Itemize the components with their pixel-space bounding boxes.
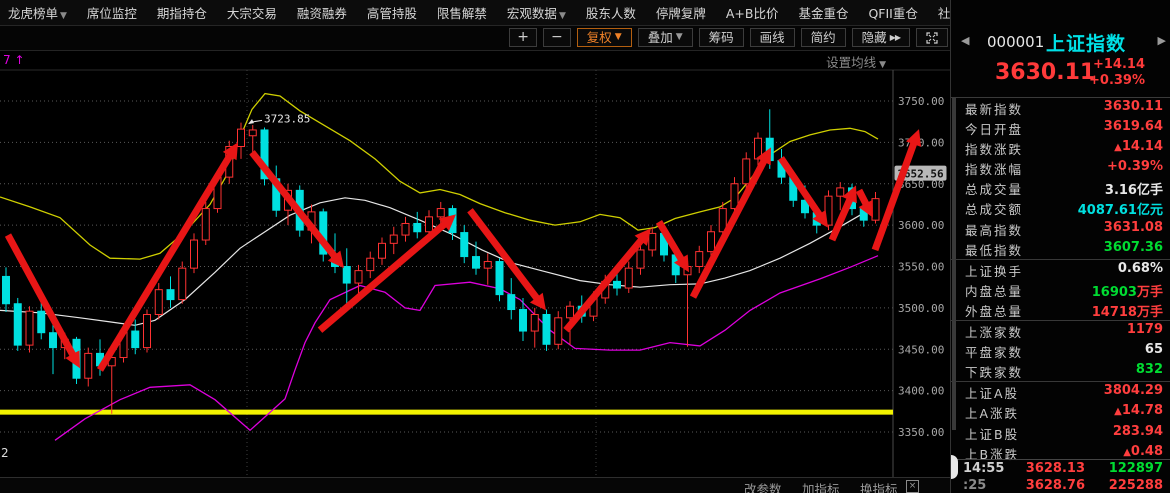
tick-price: 3628.13 (1007, 461, 1085, 476)
stat-value: 1179 (1127, 322, 1163, 337)
panel-splitter-handle[interactable] (951, 455, 958, 479)
indicator-bottom-bar: 改参数 加指标 换指标 × (0, 477, 950, 493)
y-axis-label: 3550.00 (898, 261, 944, 274)
price-change-block: +14.14 +0.39% (1089, 57, 1145, 89)
stat-label: 最高指数 (965, 220, 1023, 239)
stock-name: 上证指数 (1046, 29, 1126, 56)
stat-label: 总成交额 (965, 199, 1023, 218)
stat-row: 今日开盘 3619.64 (951, 118, 1170, 138)
quote-panel: ◀ 000001 上证指数 ▶ 3630.11 +14.14 +0.39% 最新… (950, 0, 1170, 493)
tick-trade-list: 14:553628.13122897:253628.76225288 (951, 459, 1170, 493)
stat-row: 平盘家数 65 (951, 341, 1170, 361)
stat-label: 上涨家数 (965, 322, 1023, 341)
stock-code: 000001 (987, 33, 1044, 51)
quote-price-row: 3630.11 +14.14 +0.39% (951, 55, 1170, 95)
tick-volume: 225288 (1085, 478, 1170, 493)
stat-value: ▲14.78 (1114, 403, 1163, 418)
stat-value: 3607.36 (1104, 240, 1163, 255)
stat-row: 总成交额 4087.61亿元 (951, 198, 1170, 218)
stat-value: 3631.08 (1104, 220, 1163, 235)
quote-stats-table: 最新指数 3630.11 今日开盘 3619.64 指数涨跌 ▲14.14 指数涨幅 +0.3… (951, 97, 1170, 463)
quote-panel-header: ◀ 000001 上证指数 ▶ (951, 28, 1170, 55)
close-icon[interactable]: × (906, 480, 919, 493)
candles (3, 109, 880, 414)
stat-row: 最低指数 3607.36 (951, 239, 1170, 260)
stat-value: 65 (1145, 342, 1163, 357)
stat-value: 3804.29 (1104, 383, 1163, 398)
y-axis-label: 3500.00 (898, 302, 944, 315)
partial-label: 2 (1, 446, 9, 460)
support-line (0, 410, 893, 415)
tick-price: 3628.76 (1007, 478, 1085, 493)
stat-value: 3.16亿手 (1105, 179, 1163, 198)
stat-row: 总成交量 3.16亿手 (951, 178, 1170, 198)
next-stock-button[interactable]: ▶ (1158, 34, 1166, 47)
stat-row: 指数涨跌 ▲14.14 (951, 138, 1170, 158)
stat-label: 上证B股 (965, 424, 1019, 443)
price-change: +14.14 (1089, 57, 1145, 73)
prev-stock-button[interactable]: ◀ (961, 34, 969, 47)
candlestick-chart[interactable]: 3750.003700.003650.003600.003550.003500.… (0, 0, 950, 493)
stat-value: 14718万手 (1092, 301, 1163, 320)
stat-row: 上涨家数 1179 (951, 321, 1170, 341)
tick-time: :25 (951, 478, 1007, 493)
stat-value: 0.68% (1118, 261, 1163, 276)
stat-label: 上证换手 (965, 261, 1023, 280)
stat-label: 上A涨跌 (965, 403, 1019, 422)
stat-row: 最新指数 3630.11 (951, 98, 1170, 118)
switch-indicator-link[interactable]: 换指标 (860, 479, 898, 493)
stat-value: ▲0.48 (1123, 444, 1163, 459)
stat-label: 指数涨幅 (965, 159, 1023, 178)
stat-row: 内盘总量 16903万手 (951, 280, 1170, 300)
stat-row: 指数涨幅 +0.39% (951, 158, 1170, 178)
up-triangle-icon: ▲ (1123, 447, 1131, 458)
stat-value: 16903万手 (1092, 281, 1163, 300)
y-axis-label: 3350.00 (898, 426, 944, 439)
stock-app-window: 龙虎榜单▼席位监控期指持仓大宗交易融资融券高管持股限售解禁宏观数据▼股东人数停牌… (0, 0, 1170, 493)
stat-value: +0.39% (1107, 159, 1163, 174)
y-axis-label: 3750.00 (898, 95, 944, 108)
y-axis-label: 3700.00 (898, 136, 944, 149)
tick-time: 14:55 (951, 461, 1007, 476)
stat-label: 今日开盘 (965, 119, 1023, 138)
price-change-pct: +0.39% (1089, 73, 1145, 89)
stat-row: 最高指数 3631.08 (951, 219, 1170, 239)
stat-value: ▲14.14 (1114, 139, 1163, 154)
stat-value: 3619.64 (1104, 119, 1163, 134)
add-indicator-link[interactable]: 加指标 (802, 479, 840, 493)
stat-label: 上证A股 (965, 383, 1019, 402)
stat-row: 下跌家数 832 (951, 361, 1170, 382)
stat-label: 内盘总量 (965, 281, 1023, 300)
change-params-link[interactable]: 改参数 (744, 479, 782, 493)
y-axis-label: 3400.00 (898, 385, 944, 398)
stat-row: 上A涨跌 ▲14.78 (951, 402, 1170, 422)
stat-value: 283.94 (1113, 424, 1163, 439)
y-axis-label: 3450.00 (898, 343, 944, 356)
stat-label: 最低指数 (965, 240, 1023, 259)
up-triangle-icon: ▲ (1114, 406, 1122, 417)
tick-row: :253628.76225288 (951, 477, 1170, 493)
stat-label: 总成交量 (965, 179, 1023, 198)
stat-label: 平盘家数 (965, 342, 1023, 361)
stat-value: 4087.61亿元 (1078, 199, 1163, 218)
stat-label: 外盘总量 (965, 301, 1023, 320)
stat-row: 外盘总量 14718万手 (951, 300, 1170, 321)
annotation-arrow-icon (248, 119, 254, 124)
stat-value: 832 (1136, 362, 1163, 377)
stat-label: 下跌家数 (965, 362, 1023, 381)
stat-row: 上证A股 3804.29 (951, 382, 1170, 402)
stat-row: 上证换手 0.68% (951, 260, 1170, 280)
stat-label: 指数涨跌 (965, 139, 1023, 158)
last-price: 3630.11 (995, 60, 1095, 85)
y-axis-label: 3600.00 (898, 219, 944, 232)
tick-volume: 122897 (1085, 461, 1170, 476)
stat-row: 上证B股 283.94 (951, 423, 1170, 443)
peak-annotation: 3723.85 (264, 112, 310, 125)
tick-row: 14:553628.13122897 (951, 460, 1170, 477)
up-triangle-icon: ▲ (1114, 142, 1122, 153)
stat-label: 最新指数 (965, 99, 1023, 118)
stat-value: 3630.11 (1104, 99, 1163, 114)
